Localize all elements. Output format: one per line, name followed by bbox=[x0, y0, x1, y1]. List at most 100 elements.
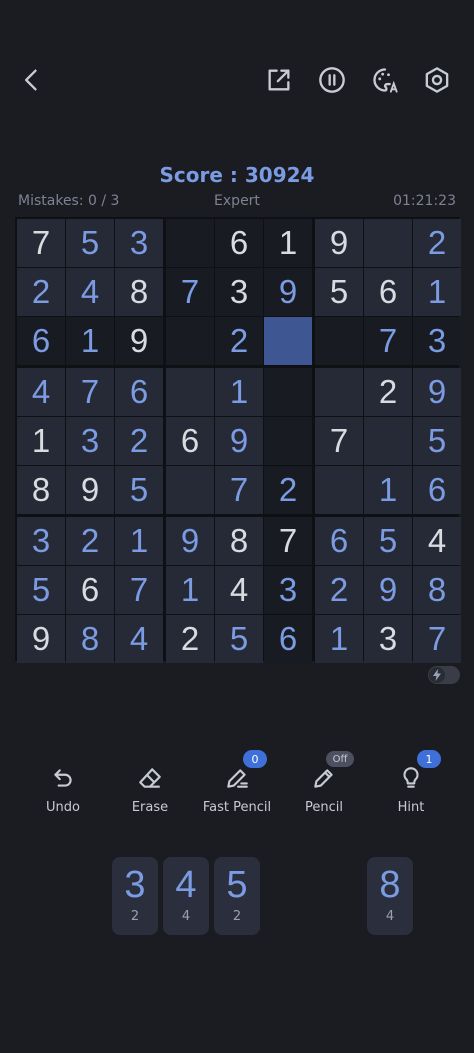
board-cell-r6c4[interactable] bbox=[166, 466, 214, 514]
board-cell-r4c9[interactable]: 9 bbox=[413, 368, 461, 416]
board-cell-r5c2[interactable]: 3 bbox=[66, 417, 114, 465]
board-cell-r8c9[interactable]: 8 bbox=[413, 566, 461, 614]
board-cell-r2c8[interactable]: 6 bbox=[364, 268, 412, 316]
erase-button[interactable]: Erase bbox=[106, 760, 194, 815]
board-cell-r8c7[interactable]: 2 bbox=[315, 566, 363, 614]
number-key-8[interactable]: 8 4 bbox=[367, 857, 413, 935]
board-cell-r8c6[interactable]: 3 bbox=[264, 566, 312, 614]
board-cell-r7c6[interactable]: 7 bbox=[264, 517, 312, 565]
board-cell-r2c2[interactable]: 4 bbox=[66, 268, 114, 316]
number-key-digit: 5 bbox=[226, 864, 248, 906]
board-cell-r9c9[interactable]: 7 bbox=[413, 615, 461, 663]
board-cell-r8c1[interactable]: 5 bbox=[17, 566, 65, 614]
board-cell-r2c7[interactable]: 5 bbox=[315, 268, 363, 316]
board-cell-r3c1[interactable]: 6 bbox=[17, 317, 65, 365]
back-arrow-icon bbox=[25, 69, 37, 91]
board-cell-r2c5[interactable]: 3 bbox=[215, 268, 263, 316]
board-cell-r7c4[interactable]: 9 bbox=[166, 517, 214, 565]
board-cell-r4c1[interactable]: 4 bbox=[17, 368, 65, 416]
board-cell-r4c2[interactable]: 7 bbox=[66, 368, 114, 416]
board-cell-r7c1[interactable]: 3 bbox=[17, 517, 65, 565]
number-key-remaining: 4 bbox=[181, 909, 191, 924]
number-key-5[interactable]: 5 2 bbox=[214, 857, 260, 935]
board-cell-r3c2[interactable]: 1 bbox=[66, 317, 114, 365]
board-cell-r6c3[interactable]: 5 bbox=[115, 466, 163, 514]
board-cell-r1c3[interactable]: 3 bbox=[115, 219, 163, 267]
pencil-button[interactable]: Off Pencil bbox=[280, 751, 368, 815]
board-cell-r3c3[interactable]: 9 bbox=[115, 317, 163, 365]
board-cell-r5c5[interactable]: 9 bbox=[215, 417, 263, 465]
board-cell-r6c9[interactable]: 6 bbox=[413, 466, 461, 514]
board-cell-r4c3[interactable]: 6 bbox=[115, 368, 163, 416]
board-cell-r3c5[interactable]: 2 bbox=[215, 317, 263, 365]
board-cell-r5c4[interactable]: 6 bbox=[166, 417, 214, 465]
number-key-remaining: 2 bbox=[130, 909, 140, 924]
board-cell-r8c5[interactable]: 4 bbox=[215, 566, 263, 614]
board-cell-r1c5[interactable]: 6 bbox=[215, 219, 263, 267]
board-cell-r4c5[interactable]: 1 bbox=[215, 368, 263, 416]
board-cell-r6c6[interactable]: 2 bbox=[264, 466, 312, 514]
board-cell-r4c4[interactable] bbox=[166, 368, 214, 416]
board-cell-r9c1[interactable]: 9 bbox=[17, 615, 65, 663]
undo-button[interactable]: Undo bbox=[19, 760, 107, 815]
number-key-3[interactable]: 3 2 bbox=[112, 857, 158, 935]
board-cell-r3c4[interactable] bbox=[166, 317, 214, 365]
board-cell-r2c3[interactable]: 8 bbox=[115, 268, 163, 316]
board-cell-r3c9[interactable]: 3 bbox=[413, 317, 461, 365]
board-cell-r6c7[interactable] bbox=[315, 466, 363, 514]
board-cell-r1c7[interactable]: 9 bbox=[315, 219, 363, 267]
board-cell-r1c2[interactable]: 5 bbox=[66, 219, 114, 267]
board-cell-r5c6[interactable] bbox=[264, 417, 312, 465]
board-cell-r8c3[interactable]: 7 bbox=[115, 566, 163, 614]
board-cell-r9c4[interactable]: 2 bbox=[166, 615, 214, 663]
board-cell-r5c8[interactable] bbox=[364, 417, 412, 465]
board-cell-r8c4[interactable]: 1 bbox=[166, 566, 214, 614]
board-cell-r7c9[interactable]: 4 bbox=[413, 517, 461, 565]
board-cell-r5c1[interactable]: 1 bbox=[17, 417, 65, 465]
board-cell-r3c8[interactable]: 7 bbox=[364, 317, 412, 365]
auto-toggle[interactable] bbox=[428, 666, 460, 684]
board-cell-r6c1[interactable]: 8 bbox=[17, 466, 65, 514]
number-key-4[interactable]: 4 4 bbox=[163, 857, 209, 935]
board-cell-r4c6[interactable] bbox=[264, 368, 312, 416]
board-cell-r2c1[interactable]: 2 bbox=[17, 268, 65, 316]
theme-button[interactable] bbox=[363, 58, 407, 102]
board-cell-r2c6[interactable]: 9 bbox=[264, 268, 312, 316]
board-cell-r7c5[interactable]: 8 bbox=[215, 517, 263, 565]
board-cell-r1c9[interactable]: 2 bbox=[413, 219, 461, 267]
board-cell-r4c8[interactable]: 2 bbox=[364, 368, 412, 416]
board-cell-r2c9[interactable]: 1 bbox=[413, 268, 461, 316]
share-button[interactable] bbox=[257, 58, 301, 102]
board-cell-r1c6[interactable]: 1 bbox=[264, 219, 312, 267]
board-cell-r2c4[interactable]: 7 bbox=[166, 268, 214, 316]
back-button[interactable] bbox=[10, 58, 54, 102]
board-cell-r7c8[interactable]: 5 bbox=[364, 517, 412, 565]
board-cell-r3c7[interactable] bbox=[315, 317, 363, 365]
board-cell-r7c2[interactable]: 2 bbox=[66, 517, 114, 565]
board-cell-r1c8[interactable] bbox=[364, 219, 412, 267]
fast-pencil-button[interactable]: 0 Fast Pencil bbox=[193, 750, 281, 815]
board-cell-r9c6[interactable]: 6 bbox=[264, 615, 312, 663]
board-cell-r1c1[interactable]: 7 bbox=[17, 219, 65, 267]
board-cell-r9c2[interactable]: 8 bbox=[66, 615, 114, 663]
board-cell-r6c8[interactable]: 1 bbox=[364, 466, 412, 514]
board-cell-r7c3[interactable]: 1 bbox=[115, 517, 163, 565]
board-cell-r3c6[interactable] bbox=[264, 317, 312, 365]
board-cell-r6c5[interactable]: 7 bbox=[215, 466, 263, 514]
hint-button[interactable]: 1 Hint bbox=[367, 750, 455, 815]
board-cell-r1c4[interactable] bbox=[166, 219, 214, 267]
board-cell-r8c2[interactable]: 6 bbox=[66, 566, 114, 614]
board-cell-r7c7[interactable]: 6 bbox=[315, 517, 363, 565]
pause-button[interactable] bbox=[310, 58, 354, 102]
board-cell-r8c8[interactable]: 9 bbox=[364, 566, 412, 614]
board-cell-r6c2[interactable]: 9 bbox=[66, 466, 114, 514]
board-cell-r4c7[interactable] bbox=[315, 368, 363, 416]
board-cell-r5c9[interactable]: 5 bbox=[413, 417, 461, 465]
board-cell-r5c3[interactable]: 2 bbox=[115, 417, 163, 465]
settings-button[interactable] bbox=[415, 58, 459, 102]
board-cell-r5c7[interactable]: 7 bbox=[315, 417, 363, 465]
board-cell-r9c3[interactable]: 4 bbox=[115, 615, 163, 663]
board-cell-r9c5[interactable]: 5 bbox=[215, 615, 263, 663]
board-cell-r9c7[interactable]: 1 bbox=[315, 615, 363, 663]
board-cell-r9c8[interactable]: 3 bbox=[364, 615, 412, 663]
